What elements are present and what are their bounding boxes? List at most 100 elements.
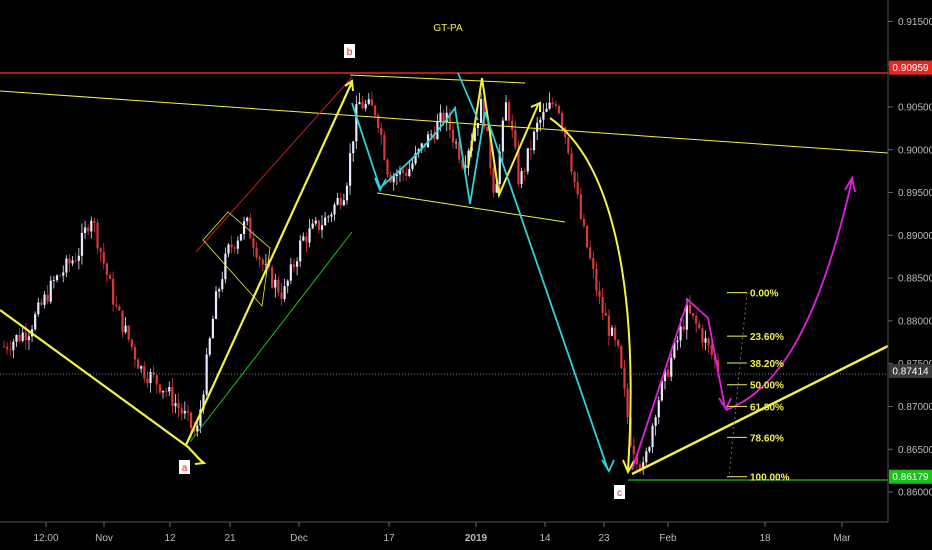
candle-body bbox=[105, 263, 108, 276]
candle-body bbox=[177, 403, 180, 409]
candle-body bbox=[573, 171, 576, 183]
candle-body bbox=[327, 216, 330, 218]
svg-text:b: b bbox=[347, 47, 353, 58]
candle-body bbox=[99, 248, 102, 252]
x-tick-label: 14 bbox=[539, 533, 551, 544]
candle-body bbox=[186, 410, 190, 413]
candle-body bbox=[324, 217, 327, 226]
fib-level-label: 100.00% bbox=[750, 473, 790, 484]
candle-body bbox=[214, 291, 218, 319]
x-tick-label: 2019 bbox=[465, 533, 488, 544]
candle-body bbox=[707, 338, 710, 346]
candle-body bbox=[302, 236, 305, 241]
y-tick-label: 0.86000 bbox=[898, 488, 932, 499]
candle-body bbox=[361, 102, 364, 109]
candle-body bbox=[342, 200, 345, 206]
candle-body bbox=[557, 105, 561, 114]
x-tick-label: 23 bbox=[598, 533, 610, 544]
candle-body bbox=[358, 102, 361, 105]
candle-body bbox=[299, 240, 302, 262]
candle-body bbox=[401, 169, 405, 173]
candle-body bbox=[632, 445, 635, 455]
candle-body bbox=[152, 372, 155, 376]
candle-body bbox=[258, 257, 261, 260]
candle-body bbox=[140, 366, 143, 369]
candle-body bbox=[355, 104, 358, 142]
candle-body bbox=[34, 314, 37, 330]
candle-body bbox=[218, 289, 221, 292]
candle-body bbox=[133, 347, 137, 360]
candle-body bbox=[15, 335, 18, 342]
candle-body bbox=[704, 338, 707, 343]
candle-body bbox=[383, 135, 386, 160]
candle-body bbox=[651, 425, 654, 448]
candle-body bbox=[221, 279, 224, 290]
candle-body bbox=[196, 425, 199, 432]
candle-body bbox=[230, 244, 233, 248]
chart-title: GT-PA bbox=[433, 23, 463, 34]
candle-body bbox=[486, 126, 489, 131]
candle-body bbox=[21, 332, 24, 341]
candle-body bbox=[526, 148, 529, 172]
candle-body bbox=[520, 171, 523, 185]
candle-body bbox=[83, 227, 87, 233]
candle-body bbox=[511, 120, 514, 131]
candle-body bbox=[320, 225, 324, 230]
candle-body bbox=[130, 339, 133, 348]
candle-body bbox=[80, 232, 84, 256]
candle-body bbox=[43, 294, 46, 305]
x-tick-label: Feb bbox=[659, 533, 677, 544]
candle-body bbox=[208, 338, 211, 355]
candle-body bbox=[380, 127, 383, 136]
candle-body bbox=[261, 259, 264, 265]
candle-body bbox=[679, 326, 682, 341]
candle-body bbox=[492, 168, 495, 193]
x-tick-label: 17 bbox=[383, 533, 395, 544]
wave-label-a: a bbox=[179, 460, 190, 474]
candle-body bbox=[180, 408, 183, 414]
candle-body bbox=[548, 102, 551, 109]
candle-body bbox=[96, 222, 99, 249]
candle-body bbox=[121, 310, 124, 333]
candle-body bbox=[698, 323, 701, 329]
candle-body bbox=[87, 227, 90, 232]
price-chart[interactable]: GT-PA 0.00%23.60%38.20%50.00%61.80%78.60… bbox=[0, 0, 932, 550]
candle-body bbox=[411, 163, 414, 170]
candle-body bbox=[589, 247, 592, 259]
candle-body bbox=[508, 102, 511, 121]
candle-body bbox=[40, 302, 43, 305]
candle-body bbox=[62, 272, 65, 276]
candle-body bbox=[174, 403, 177, 407]
x-tick-label: 21 bbox=[224, 533, 236, 544]
fib-level-label: 61.80% bbox=[750, 402, 784, 413]
candle-body bbox=[585, 225, 589, 248]
candle-body bbox=[286, 280, 289, 287]
price-label-text: 0.90959 bbox=[892, 63, 929, 74]
y-tick-label: 0.88500 bbox=[898, 274, 932, 285]
candle-body bbox=[233, 247, 236, 249]
candle-body bbox=[161, 390, 165, 393]
candle-body bbox=[607, 315, 610, 336]
candle-body bbox=[158, 384, 161, 393]
candle-body bbox=[610, 327, 614, 336]
candle-body bbox=[542, 111, 545, 120]
y-tick-label: 0.90000 bbox=[898, 145, 932, 156]
candle-body bbox=[695, 315, 698, 324]
candle-body bbox=[645, 451, 648, 463]
candle-body bbox=[308, 228, 311, 243]
candle-body bbox=[657, 400, 660, 418]
candle-body bbox=[536, 122, 539, 132]
candle-body bbox=[37, 302, 40, 315]
wave-label-c: c bbox=[614, 485, 625, 499]
candle-body bbox=[305, 236, 308, 243]
candle-body bbox=[71, 260, 74, 264]
price-label-text: 0.86179 bbox=[892, 472, 929, 483]
candle-body bbox=[277, 279, 280, 293]
candle-body bbox=[314, 220, 317, 224]
candle-body bbox=[348, 153, 352, 186]
candle-body bbox=[454, 142, 458, 144]
svg-text:a: a bbox=[182, 463, 188, 474]
candle-body bbox=[227, 244, 230, 254]
candle-body bbox=[373, 105, 377, 116]
candle-body bbox=[112, 278, 115, 305]
